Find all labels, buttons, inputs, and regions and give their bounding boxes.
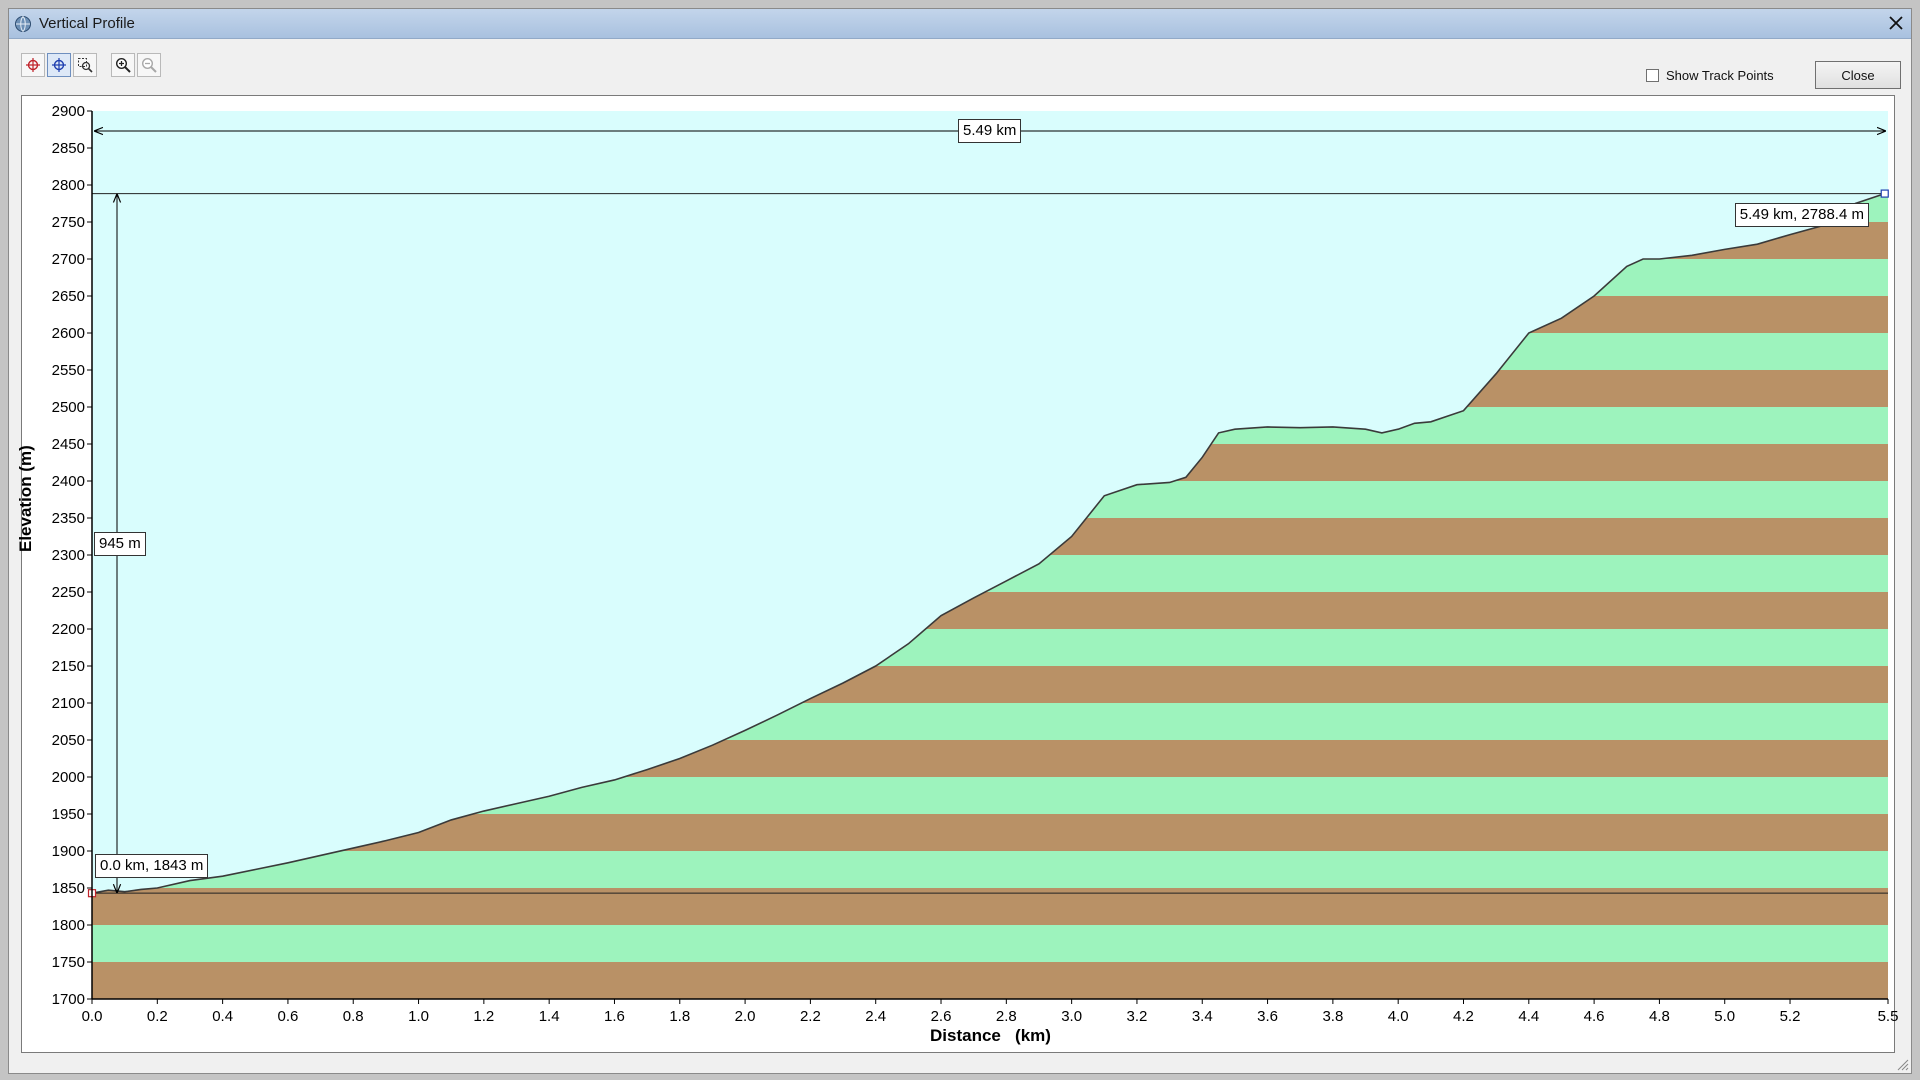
x-axis-label: Distance (km) [930,1026,1051,1045]
y-tick-label: 2700 [52,251,85,268]
x-tick-label: 1.8 [669,1008,690,1025]
y-tick-label: 2050 [52,732,85,749]
x-tick-label: 3.8 [1322,1008,1343,1025]
elevation-gain-label: 945 m [94,531,146,556]
elevation-profile-chart[interactable]: 2900 2850 2800 2750 2700 2650 2600 2550 2500 2450… [0,0,1920,1080]
x-tick-label: 0.6 [277,1008,298,1025]
x-tick-label: 5.0 [1714,1008,1735,1025]
x-tick-label: 4.2 [1453,1008,1474,1025]
y-tick-label: 1900 [52,843,85,860]
y-tick-label: 2300 [52,547,85,564]
x-tick-label: 3.2 [1127,1008,1148,1025]
y-tick-label: 2750 [52,214,85,231]
x-tick-label: 3.0 [1061,1008,1082,1025]
x-tick-label: 2.4 [865,1008,886,1025]
y-tick-label: 2850 [52,140,85,157]
y-tick-label: 2600 [52,325,85,342]
y-tick-label: 2550 [52,362,85,379]
terrain-band [92,851,1888,888]
x-tick-label: 4.0 [1388,1008,1409,1025]
terrain-band [92,925,1888,962]
x-tick-label: 4.6 [1584,1008,1605,1025]
x-tick-label: 1.6 [604,1008,625,1025]
x-tick-label: 2.0 [735,1008,756,1025]
x-tick-label: 3.4 [1192,1008,1213,1025]
x-tick-label: 4.8 [1649,1008,1670,1025]
end-point-label: 5.49 km, 2788.4 m [1734,202,1869,227]
y-tick-label: 1700 [52,991,85,1008]
x-tick-label: 0.4 [212,1008,233,1025]
end-point-marker [1880,189,1889,198]
y-tick-label: 2450 [52,436,85,453]
x-tick-label: 2.8 [996,1008,1017,1025]
x-tick-label: 1.4 [539,1008,560,1025]
x-tick-label: 1.2 [473,1008,494,1025]
x-tick-label: 0.0 [82,1008,103,1025]
y-tick-label: 2000 [52,769,85,786]
y-tick-label: 2350 [52,510,85,527]
y-tick-label: 1850 [52,880,85,897]
x-tick-label: 2.2 [800,1008,821,1025]
y-tick-label: 1950 [52,806,85,823]
x-tick-label: 2.6 [931,1008,952,1025]
x-tick-label: 4.4 [1518,1008,1539,1025]
x-tick-label: 1.0 [408,1008,429,1025]
y-tick-label: 2900 [52,103,85,120]
y-tick-label: 2500 [52,399,85,416]
y-tick-label: 2650 [52,288,85,305]
y-tick-label: 2100 [52,695,85,712]
y-tick-label: 2150 [52,658,85,675]
y-tick-label: 2250 [52,584,85,601]
x-tick-label: 0.2 [147,1008,168,1025]
y-tick-label: 2200 [52,621,85,638]
start-point-label: 0.0 km, 1843 m [95,854,209,879]
y-tick-label: 2400 [52,473,85,490]
y-axis-label: Elevation (m) [16,445,35,552]
distance-label: 5.49 km [958,119,1022,143]
y-tick-label: 1750 [52,954,85,971]
y-tick-label: 1800 [52,917,85,934]
terrain-band [92,962,1888,999]
x-tick-label: 3.6 [1257,1008,1278,1025]
x-tick-label: 0.8 [343,1008,364,1025]
x-tick-label: 5.2 [1780,1008,1801,1025]
y-tick-label: 2800 [52,177,85,194]
x-tick-label: 5.5 [1878,1008,1899,1025]
